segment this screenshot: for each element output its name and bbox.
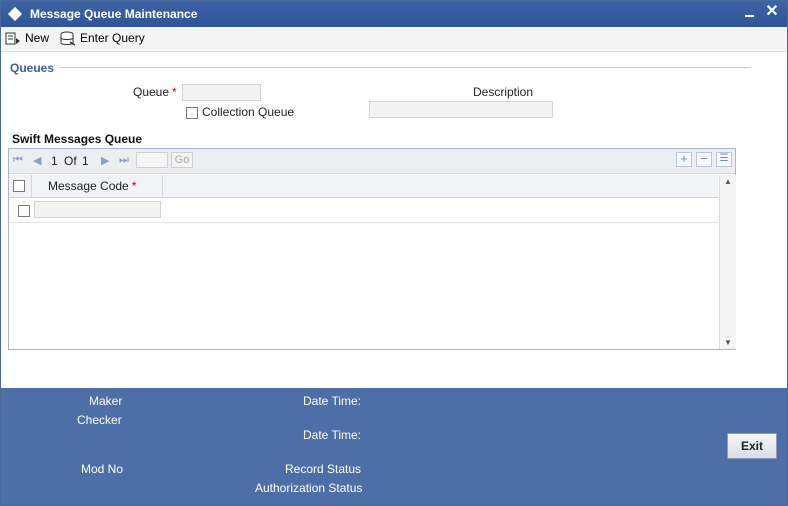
swift-messages-grid: ⏮ ◀ 1 Of 1 ▶ ⏭ Go + − ☰ Message Code * ▲ … — [8, 148, 736, 350]
close-button[interactable]: ✕ — [765, 3, 779, 21]
checker-date-time-label: Date Time: — [303, 428, 362, 442]
toolbar: New Enter Query — [1, 27, 787, 52]
message-queue-window: Message Queue Maintenance ✕ New Enter Qu… — [0, 0, 788, 506]
mod-no-label: Mod No — [81, 462, 124, 476]
page-number-input[interactable] — [136, 152, 168, 168]
pager-of-label: Of — [64, 154, 77, 168]
authorization-status-label: Authorization Status — [255, 481, 363, 495]
message-code-header-text: Message Code — [48, 179, 129, 193]
required-marker: * — [172, 85, 177, 99]
next-page-icon[interactable]: ▶ — [101, 154, 109, 167]
window-title: Message Queue Maintenance — [30, 7, 198, 21]
new-document-icon — [5, 32, 20, 45]
previous-page-icon[interactable]: ◀ — [33, 154, 41, 167]
message-code-required-marker: * — [131, 179, 137, 193]
grid-vertical-scrollbar[interactable]: ▲ ▼ — [719, 175, 736, 349]
queues-section-label: Queues — [10, 61, 55, 75]
collection-queue-label: Collection Queue — [202, 105, 295, 119]
maker-label: Maker — [89, 394, 123, 408]
enter-query-button-label: Enter Query — [80, 31, 145, 45]
queue-label: Queue * — [133, 85, 177, 99]
database-query-icon — [60, 31, 76, 46]
new-button-label: New — [25, 31, 50, 45]
new-button[interactable]: New — [5, 29, 49, 47]
scroll-down-icon[interactable]: ▼ — [724, 338, 732, 347]
message-code-header: Message Code * — [48, 179, 136, 193]
add-row-button[interactable]: + — [676, 152, 692, 167]
checker-label: Checker — [77, 413, 122, 427]
queue-input[interactable] — [182, 84, 261, 101]
table-row — [9, 199, 718, 223]
description-label: Description — [473, 85, 534, 99]
minimize-button[interactable] — [745, 15, 754, 17]
swift-messages-queue-label: Swift Messages Queue — [12, 132, 143, 146]
select-all-checkbox[interactable] — [13, 180, 25, 192]
grid-pager-bar: ⏮ ◀ 1 Of 1 ▶ ⏭ Go + − ☰ — [9, 149, 735, 174]
enter-query-button[interactable]: Enter Query — [60, 29, 145, 47]
maker-date-time-label: Date Time: — [303, 394, 362, 408]
description-input[interactable] — [369, 101, 553, 118]
scroll-up-icon[interactable]: ▲ — [724, 177, 732, 186]
first-page-icon[interactable]: ⏮ — [13, 154, 23, 167]
header-divider — [31, 175, 32, 197]
go-button[interactable]: Go — [171, 152, 193, 168]
audit-footer: Maker Checker Date Time: Date Time: Mod … — [1, 388, 787, 505]
single-view-button[interactable]: ☰ — [716, 152, 732, 167]
queue-label-text: Queue — [133, 85, 170, 99]
message-code-input[interactable] — [34, 201, 161, 218]
app-diamond-icon — [7, 6, 23, 22]
grid-header: Message Code * — [9, 175, 718, 198]
pager-current: 1 — [51, 154, 58, 168]
header-divider — [162, 175, 163, 197]
last-page-icon[interactable]: ⏭ — [119, 154, 129, 167]
record-status-label: Record Status — [285, 462, 362, 476]
exit-button[interactable]: Exit — [727, 433, 777, 459]
delete-row-button[interactable]: − — [696, 152, 712, 167]
row-select-checkbox[interactable] — [18, 205, 30, 217]
queues-divider — [59, 67, 751, 68]
pager-total: 1 — [82, 154, 89, 168]
title-bar: Message Queue Maintenance ✕ — [1, 1, 787, 27]
collection-queue-checkbox[interactable] — [186, 107, 198, 119]
